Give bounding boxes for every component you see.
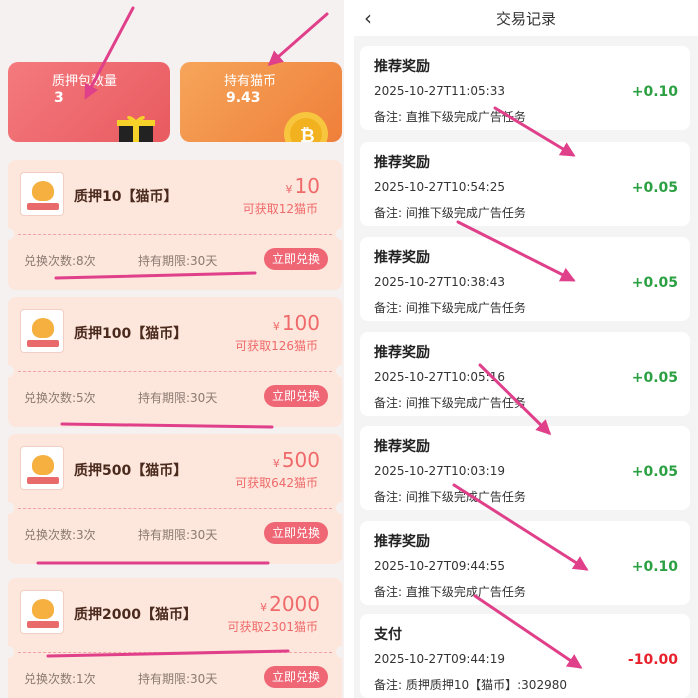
record-time: 2025-10-27T09:44:55	[374, 559, 505, 573]
exchange-count: 兑换次数:8次	[24, 254, 96, 268]
record-time: 2025-10-27T11:05:33	[374, 84, 505, 98]
record-amount: -10.00	[627, 652, 678, 668]
record-type: 推荐奖励	[374, 345, 430, 361]
record-type: 推荐奖励	[374, 439, 430, 455]
transaction-panel: ‹ 交易记录 推荐奖励 2025-10-27T11:05:33 备注: 直推下级…	[354, 0, 698, 698]
pledge-coupon: 质押500【猫币】 ¥500 可获取642猫币 兑换次数:3次 持有期限:30天…	[2, 434, 344, 564]
pledge-coupon: 质押2000【猫币】 ¥2000 可获取2301猫币 兑换次数:1次 持有期限:…	[2, 578, 344, 698]
screenshot-root: 质押包数量 3 持有猫币 9.43 ₿ 质押10【猫币】 ¥10 可获取12猫币…	[0, 0, 698, 698]
record-type: 推荐奖励	[374, 534, 430, 550]
record-amount: +0.05	[631, 370, 678, 386]
transactions-header: ‹ 交易记录	[354, 0, 698, 36]
hold-period: 持有期限:30天	[138, 528, 218, 542]
record-note: 备注: 直推下级完成广告任务	[374, 110, 526, 124]
transaction-record[interactable]: 推荐奖励 2025-10-27T10:54:25 备注: 间推下级完成广告任务 …	[360, 142, 690, 226]
transaction-record[interactable]: 推荐奖励 2025-10-27T10:03:19 备注: 间推下级完成广告任务 …	[360, 426, 690, 510]
hold-period: 持有期限:30天	[138, 254, 218, 268]
cat-coin-thumbnail	[20, 172, 64, 216]
record-time: 2025-10-27T10:03:19	[374, 464, 505, 478]
record-amount: +0.05	[631, 464, 678, 480]
coupon-price: ¥500	[272, 448, 320, 472]
pledge-coupon: 质押10【猫币】 ¥10 可获取12猫币 兑换次数:8次 持有期限:30天 立即…	[2, 160, 344, 290]
pledge-count-value: 3	[54, 90, 64, 106]
held-coins-card[interactable]: 持有猫币 9.43 ₿	[180, 62, 342, 142]
record-note: 备注: 间推下级完成广告任务	[374, 396, 526, 410]
coupon-divider	[18, 508, 332, 509]
transaction-record[interactable]: 推荐奖励 2025-10-27T09:44:55 备注: 直推下级完成广告任务 …	[360, 521, 690, 605]
pledge-coupon: 质押100【猫币】 ¥100 可获取126猫币 兑换次数:5次 持有期限:30天…	[2, 297, 344, 427]
held-coins-label: 持有猫币	[224, 74, 277, 89]
coin-icon: ₿	[284, 112, 328, 142]
record-note: 备注: 质押质押10【猫币】:302980	[374, 678, 567, 692]
svg-text:₿: ₿	[300, 126, 315, 142]
record-type: 支付	[374, 627, 402, 643]
coupon-divider	[18, 371, 332, 372]
record-amount: +0.10	[631, 84, 678, 100]
record-note: 备注: 间推下级完成广告任务	[374, 490, 526, 504]
coupon-price: ¥100	[272, 311, 320, 335]
record-time: 2025-10-27T10:54:25	[374, 180, 505, 194]
record-note: 备注: 间推下级完成广告任务	[374, 301, 526, 315]
pledge-panel: 质押包数量 3 持有猫币 9.43 ₿ 质押10【猫币】 ¥10 可获取12猫币…	[0, 0, 344, 698]
coupon-divider	[18, 234, 332, 235]
redeem-button[interactable]: 立即兑换	[264, 248, 328, 270]
record-type: 推荐奖励	[374, 155, 430, 171]
coupon-name: 质押500【猫币】	[74, 463, 188, 479]
record-type: 推荐奖励	[374, 59, 430, 75]
coupon-divider	[18, 652, 332, 653]
coupon-name: 质押10【猫币】	[74, 189, 178, 205]
record-amount: +0.05	[631, 275, 678, 291]
record-time: 2025-10-27T09:44:19	[374, 652, 505, 666]
exchange-count: 兑换次数:5次	[24, 391, 96, 405]
coupon-name: 质押2000【猫币】	[74, 607, 197, 623]
pledge-count-card[interactable]: 质押包数量 3	[8, 62, 170, 142]
pledge-count-label: 质押包数量	[52, 74, 118, 89]
record-time: 2025-10-27T10:05:16	[374, 370, 505, 384]
redeem-button[interactable]: 立即兑换	[264, 522, 328, 544]
cat-coin-thumbnail	[20, 446, 64, 490]
record-note: 备注: 间推下级完成广告任务	[374, 206, 526, 220]
held-coins-value: 9.43	[226, 90, 261, 106]
record-amount: +0.10	[631, 559, 678, 575]
transaction-record[interactable]: 支付 2025-10-27T09:44:19 备注: 质押质押10【猫币】:30…	[360, 614, 690, 698]
coupon-price: ¥10	[285, 174, 320, 198]
record-note: 备注: 直推下级完成广告任务	[374, 585, 526, 599]
record-amount: +0.05	[631, 180, 678, 196]
redeem-button[interactable]: 立即兑换	[264, 666, 328, 688]
hold-period: 持有期限:30天	[138, 672, 218, 686]
transaction-record[interactable]: 推荐奖励 2025-10-27T10:38:43 备注: 间推下级完成广告任务 …	[360, 237, 690, 321]
coupon-price: ¥2000	[260, 592, 320, 616]
exchange-count: 兑换次数:3次	[24, 528, 96, 542]
record-time: 2025-10-27T10:38:43	[374, 275, 505, 289]
coupon-reward: 可获取642猫币	[235, 476, 318, 490]
coupon-name: 质押100【猫币】	[74, 326, 188, 342]
panel-divider	[344, 0, 354, 698]
cat-coin-thumbnail	[20, 590, 64, 634]
transaction-record[interactable]: 推荐奖励 2025-10-27T11:05:33 备注: 直推下级完成广告任务 …	[360, 46, 690, 130]
hold-period: 持有期限:30天	[138, 391, 218, 405]
page-title: 交易记录	[495, 10, 556, 28]
cat-coin-thumbnail	[20, 309, 64, 353]
transaction-record[interactable]: 推荐奖励 2025-10-27T10:05:16 备注: 间推下级完成广告任务 …	[360, 332, 690, 416]
coupon-reward: 可获取12猫币	[242, 202, 318, 216]
coupon-reward: 可获取126猫币	[235, 339, 318, 353]
gift-icon	[117, 115, 155, 142]
coupon-reward: 可获取2301猫币	[227, 620, 318, 634]
redeem-button[interactable]: 立即兑换	[264, 385, 328, 407]
exchange-count: 兑换次数:1次	[24, 672, 96, 686]
record-type: 推荐奖励	[374, 250, 430, 266]
